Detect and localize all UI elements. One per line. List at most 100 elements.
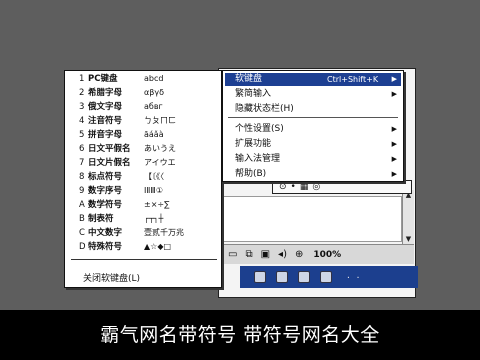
submenu-item-label: 帮助(B) [235,169,267,179]
menu-item-number: 9 [79,186,85,196]
tray-security-icon[interactable] [320,271,332,283]
menu-item-number: C [79,228,85,238]
menu-item-example: абвг [144,102,163,111]
menu-item-label: 数学符号 [88,200,123,210]
submenu-item-label: 软键盘 [235,74,263,84]
menu-item-number-symbols[interactable]: 9 数字序号 ⅠⅡⅢ① [79,185,163,197]
menu-item-special-symbols[interactable]: D 特殊符号 ▲☆◆□ [79,241,171,253]
menu-item-hiragana[interactable]: 6 日文平假名 あいうえ [79,143,176,155]
menu-item-number: A [79,200,85,210]
menu-item-math[interactable]: A 数学符号 ±×÷∑ [79,199,170,211]
menu-item-example: ㄅㄆㄇㄈ [144,116,176,125]
ime-context-menu: 软键盘 Ctrl+Shift+K ▶ 繁简输入 ▶ 隐藏状态栏(H) 个性设置(… [222,70,404,182]
menu-item-number: D [79,242,86,252]
soft-keyboard-menu: 1 PC键盘 abcd 2 希腊字母 αβγδ 3 俄文字母 абвг 4 注音符号 ㄅㄆㄇㄈ … [64,70,222,288]
ime-settings-icon[interactable]: ◎ [312,182,320,192]
menu-item-example: ┌┬┐┼ [144,214,164,223]
submenu-item-label: 个性设置(S) [235,124,284,134]
menu-item-example: αβγδ [144,88,165,97]
menu-item-label: 拼音字母 [88,130,123,140]
menu-item-label: 俄文字母 [88,102,123,112]
caption-banner: 霸气网名带符号 带符号网名大全 [0,310,480,360]
vertical-scrollbar[interactable]: ▲ ▼ [402,190,414,244]
menu-item-label: 希腊字母 [88,88,123,98]
menu-item-punctuation[interactable]: 8 标点符号 【〔《〈 [79,171,164,183]
menu-item-pinyin[interactable]: 5 拼音字母 āáǎà [79,129,164,141]
menu-item-number: 7 [79,158,85,168]
submenu-item-label: 输入法管理 [235,154,281,164]
menu-item-number: 6 [79,144,85,154]
taskbar: · · [240,266,418,288]
window-icon[interactable]: ▣ [261,249,270,260]
menu-item-example: āáǎà [144,130,164,139]
menu-item-box-drawing[interactable]: B 制表符 ┌┬┐┼ [79,213,163,225]
menu-item-number: 5 [79,130,85,140]
document-toolbar: ▭ ⧉ ▣ ◂) ⊕ 100% [222,244,414,264]
submenu-item-traditional-simplified[interactable]: 繁简输入 ▶ [225,88,401,101]
menu-item-number: 1 [79,74,85,84]
submenu-item-label: 繁简输入 [235,89,272,99]
submenu-item-label: 扩展功能 [235,139,272,149]
submenu-item-hide-statusbar[interactable]: 隐藏状态栏(H) [225,103,401,116]
submenu-item-help[interactable]: 帮助(B) ▶ [225,168,401,181]
menu-item-zhuyin[interactable]: 4 注音符号 ㄅㄆㄇㄈ [79,115,176,127]
menu-item-chinese-numerals[interactable]: C 中文数字 壹贰千万兆 [79,227,184,239]
menu-item-katakana[interactable]: 7 日文片假名 アイウエ [79,157,176,169]
menu-separator [71,259,217,260]
tray-clock[interactable]: · · [346,273,360,282]
menu-item-label: PC键盘 [88,74,118,84]
page-icon[interactable]: ▭ [228,249,237,260]
tray-app-icon[interactable] [254,271,266,283]
scroll-down-icon[interactable]: ▼ [403,234,414,244]
submenu-item-extensions[interactable]: 扩展功能 ▶ [225,138,401,151]
copy-icon[interactable]: ⧉ [245,249,252,260]
zoom-icon[interactable]: ⊕ [295,249,303,260]
submenu-item-ime-manager[interactable]: 输入法管理 ▶ [225,153,401,166]
speaker-icon[interactable]: ◂) [278,249,287,260]
menu-item-example: abcd [144,74,164,83]
menu-item-label: 特殊符号 [88,242,123,252]
menu-item-number: 3 [79,102,85,112]
menu-item-label: 制表符 [88,214,114,224]
menu-item-label: 标点符号 [88,172,123,182]
menu-item-label: 日文平假名 [88,144,131,154]
menu-item-number: 2 [79,88,85,98]
menu-item-pc-keyboard[interactable]: 1 PC键盘 abcd [79,73,163,85]
menu-item-russian[interactable]: 3 俄文字母 абвг [79,101,163,113]
menu-item-example: あいうえ [144,144,176,153]
menu-item-number: 4 [79,116,85,126]
chevron-right-icon: ▶ [391,125,397,133]
menu-item-example: ⅠⅡⅢ① [144,186,163,195]
chevron-right-icon: ▶ [391,90,397,98]
submenu-item-shortcut: Ctrl+Shift+K [327,75,379,84]
submenu-item-personal-settings[interactable]: 个性设置(S) ▶ [225,123,401,136]
submenu-item-soft-keyboard[interactable]: 软键盘 Ctrl+Shift+K ▶ [225,73,401,86]
tray-volume-icon[interactable] [298,271,310,283]
desktop: ▲ ▼ ⊙ • ▦ ◎ ▭ ⧉ ▣ ◂) ⊕ 100% · · 1 PC键盘 abc… [0,0,480,310]
menu-item-number: 8 [79,172,85,182]
menu-item-example: ±×÷∑ [144,200,170,209]
ime-punct-icon[interactable]: • [291,182,296,192]
menu-item-label: 日文片假名 [88,158,131,168]
submenu-item-label: 隐藏状态栏(H) [235,104,294,114]
menu-item-example: ▲☆◆□ [144,242,172,251]
close-soft-keyboard-item[interactable]: 关闭软键盘(L) [83,271,140,284]
chevron-right-icon: ▶ [391,155,397,163]
menu-item-label: 中文数字 [88,228,123,238]
ime-status-bar[interactable]: ⊙ • ▦ ◎ [272,180,412,194]
zoom-level[interactable]: 100% [313,250,341,260]
chevron-right-icon: ▶ [391,75,397,83]
menu-item-example: 壹贰千万兆 [144,228,184,237]
menu-item-example: アイウエ [144,158,176,167]
chevron-right-icon: ▶ [391,140,397,148]
menu-item-label: 数字序号 [88,186,123,196]
ime-keyboard-icon[interactable]: ▦ [300,182,309,192]
menu-item-example: 【〔《〈 [144,172,164,181]
chevron-right-icon: ▶ [391,170,397,178]
document-content-area[interactable] [222,196,402,242]
menu-item-greek[interactable]: 2 希腊字母 αβγδ [79,87,164,99]
tray-network-icon[interactable] [276,271,288,283]
menu-item-label: 注音符号 [88,116,123,126]
menu-item-number: B [79,214,85,224]
ime-mode-icon[interactable]: ⊙ [279,182,287,192]
